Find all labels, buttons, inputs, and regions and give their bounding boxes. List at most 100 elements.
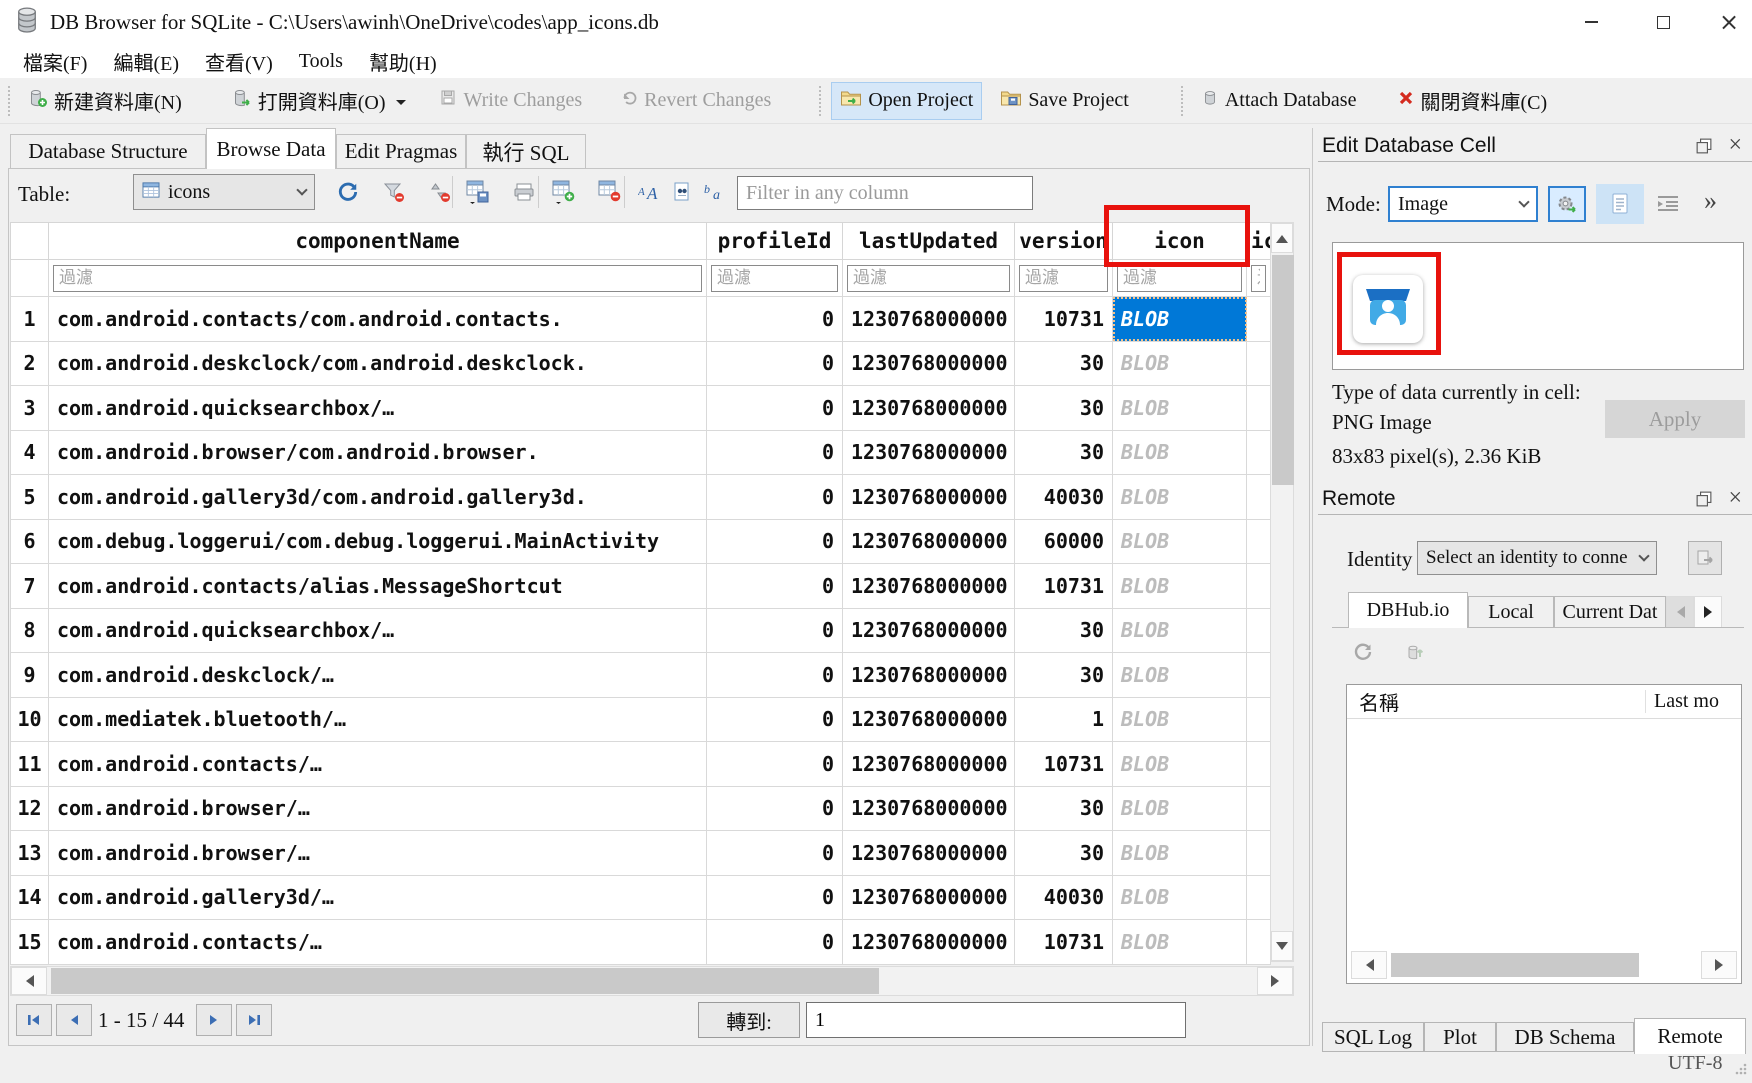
cell-icon-blob[interactable]: BLOB [1113, 742, 1247, 787]
column-header-version[interactable]: version [1015, 223, 1113, 260]
cell-partial[interactable] [1247, 519, 1271, 564]
cell-icon-blob[interactable]: BLOB [1113, 831, 1247, 876]
cell-icon-blob[interactable]: BLOB [1113, 875, 1247, 920]
dock-tab-sql-log[interactable]: SQL Log [1322, 1022, 1424, 1052]
cell-profileId[interactable]: 0 [707, 697, 843, 742]
dock-tab-remote[interactable]: Remote [1634, 1018, 1746, 1054]
print-button[interactable] [508, 176, 540, 208]
cell-componentName[interactable]: com.android.browser/com.android.browser. [49, 430, 707, 475]
row-number[interactable]: 3 [11, 386, 49, 431]
cell-partial[interactable] [1247, 341, 1271, 386]
cell-icon-blob[interactable]: BLOB [1113, 519, 1247, 564]
cell-componentName[interactable]: com.android.gallery3d/com.android.galler… [49, 475, 707, 520]
row-number[interactable]: 6 [11, 519, 49, 564]
cell-version[interactable]: 10731 [1015, 564, 1113, 609]
cell-icon-blob[interactable]: BLOB [1113, 386, 1247, 431]
column-header-lastUpdated[interactable]: lastUpdated [843, 223, 1015, 260]
cell-profileId[interactable]: 0 [707, 920, 843, 965]
previous-page-button[interactable] [56, 1004, 92, 1036]
remote-tab-dbhub[interactable]: DBHub.io [1348, 592, 1468, 628]
resize-grip-icon[interactable] [1734, 1062, 1748, 1081]
cell-version[interactable]: 30 [1015, 786, 1113, 831]
attach-database-button[interactable]: Attach Database [1193, 82, 1365, 120]
vertical-scroll-thumb[interactable] [1272, 255, 1294, 485]
scroll-right-icon[interactable] [1257, 967, 1293, 995]
float-panel-icon[interactable] [1696, 491, 1712, 507]
row-number[interactable]: 1 [11, 297, 49, 342]
cell-icon-blob[interactable]: BLOB [1113, 475, 1247, 520]
remote-tab-local[interactable]: Local [1468, 596, 1554, 628]
next-page-button[interactable] [196, 1004, 232, 1036]
cell-profileId[interactable]: 0 [707, 786, 843, 831]
cell-lastUpdated[interactable]: 1230768000000 [843, 341, 1015, 386]
cell-version[interactable]: 10731 [1015, 920, 1113, 965]
cell-icon-blob[interactable]: BLOB [1113, 786, 1247, 831]
cell-partial[interactable] [1247, 297, 1271, 342]
cell-componentName[interactable]: com.android.deskclock/… [49, 653, 707, 698]
panel-overflow-icon[interactable]: » [1704, 186, 1717, 216]
cell-icon-blob[interactable]: BLOB [1113, 920, 1247, 965]
float-panel-icon[interactable] [1696, 138, 1712, 154]
clear-filters-button[interactable] [378, 176, 410, 208]
apply-button[interactable]: Apply [1605, 400, 1745, 438]
column-header-componentName[interactable]: componentName [49, 223, 707, 260]
column-header-partial[interactable]: ic [1247, 223, 1271, 260]
font-size-button[interactable]: AA [634, 176, 666, 208]
delete-record-button[interactable] [594, 176, 626, 208]
cell-version[interactable]: 30 [1015, 831, 1113, 876]
cell-profileId[interactable]: 0 [707, 608, 843, 653]
cell-partial[interactable] [1247, 831, 1271, 876]
cell-lastUpdated[interactable]: 1230768000000 [843, 519, 1015, 564]
save-project-button[interactable]: Save Project [992, 82, 1137, 120]
cell-version[interactable]: 1 [1015, 697, 1113, 742]
cell-partial[interactable] [1247, 742, 1271, 787]
tab-scroll-right-icon[interactable] [1694, 596, 1722, 628]
cell-profileId[interactable]: 0 [707, 386, 843, 431]
identity-selector[interactable]: Select an identity to conne [1417, 541, 1657, 575]
tab-edit-pragmas[interactable]: Edit Pragmas [336, 134, 466, 169]
cell-profileId[interactable]: 0 [707, 430, 843, 475]
menu-tools[interactable]: Tools [286, 50, 356, 73]
cell-lastUpdated[interactable]: 1230768000000 [843, 875, 1015, 920]
mode-selector[interactable]: Image [1388, 186, 1538, 222]
cell-version[interactable]: 30 [1015, 386, 1113, 431]
horizontal-scroll-thumb[interactable] [1391, 953, 1639, 977]
refresh-button[interactable] [332, 176, 364, 208]
cell-lastUpdated[interactable]: 1230768000000 [843, 430, 1015, 475]
corner-header[interactable] [11, 223, 49, 260]
cell-lastUpdated[interactable]: 1230768000000 [843, 564, 1015, 609]
row-number[interactable]: 9 [11, 653, 49, 698]
cell-profileId[interactable]: 0 [707, 475, 843, 520]
cell-lastUpdated[interactable]: 1230768000000 [843, 920, 1015, 965]
cell-profileId[interactable]: 0 [707, 653, 843, 698]
cell-icon-blob[interactable]: BLOB [1113, 430, 1247, 475]
open-project-button[interactable]: Open Project [831, 82, 982, 120]
cell-version[interactable]: 40030 [1015, 875, 1113, 920]
grid-vertical-scrollbar[interactable] [1270, 222, 1294, 962]
cell-componentName[interactable]: com.android.gallery3d/… [49, 875, 707, 920]
scroll-up-icon[interactable] [1271, 223, 1293, 253]
cell-lastUpdated[interactable]: 1230768000000 [843, 297, 1015, 342]
tab-browse-data[interactable]: Browse Data [206, 128, 336, 169]
remote-refresh-button[interactable] [1348, 638, 1378, 666]
menu-edit[interactable]: 編輯(E) [100, 47, 192, 76]
cell-componentName[interactable]: com.debug.loggerui/com.debug.loggerui.Ma… [49, 519, 707, 564]
close-button[interactable]: × [1706, 7, 1752, 37]
cell-profileId[interactable]: 0 [707, 297, 843, 342]
maximize-button[interactable] [1640, 7, 1686, 37]
list-column-last-modified[interactable]: Last mo [1645, 690, 1719, 713]
cell-icon-blob[interactable]: BLOB [1113, 608, 1247, 653]
cell-componentName[interactable]: com.android.contacts/com.android.contact… [49, 297, 707, 342]
dock-separator[interactable] [1312, 128, 1313, 1046]
grid-horizontal-scrollbar[interactable] [10, 966, 1294, 996]
cell-componentName[interactable]: com.android.quicksearchbox/… [49, 386, 707, 431]
identity-connect-button[interactable] [1688, 541, 1722, 575]
cell-version[interactable]: 30 [1015, 341, 1113, 386]
table-selector[interactable]: icons [133, 174, 315, 210]
scroll-left-icon[interactable] [11, 967, 47, 995]
cell-version[interactable]: 10731 [1015, 742, 1113, 787]
cell-lastUpdated[interactable]: 1230768000000 [843, 697, 1015, 742]
cell-componentName[interactable]: com.android.contacts/… [49, 920, 707, 965]
cell-componentName[interactable]: com.android.browser/… [49, 831, 707, 876]
cell-partial[interactable] [1247, 608, 1271, 653]
